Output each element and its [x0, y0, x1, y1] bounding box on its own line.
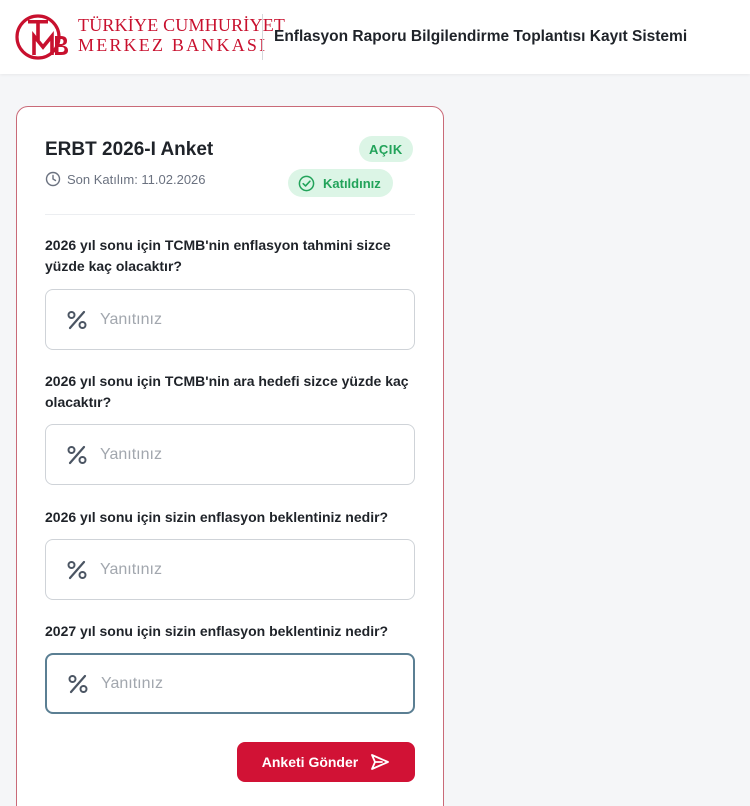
logo-line-1: TÜRKİYE CUMHURİYET: [78, 15, 286, 35]
answer-input-4[interactable]: [101, 668, 381, 699]
answer-input-3[interactable]: [100, 554, 380, 585]
answer-field-1[interactable]: [45, 289, 415, 350]
page-title: Enflasyon Raporu Bilgilendirme Toplantıs…: [274, 28, 688, 45]
clock-icon: [45, 171, 61, 187]
logo-line-2: MERKEZ BANKASI: [78, 35, 268, 55]
question-1-label: 2026 yıl sonu için TCMB'nin enflasyon ta…: [45, 237, 391, 274]
logo-wordmark: TÜRKİYE CUMHURİYET MERKEZ BANKASI: [78, 15, 286, 56]
percent-icon: [67, 445, 87, 464]
question-4-label: 2027 yıl sonu için sizin enflasyon bekle…: [45, 623, 389, 639]
app-header: TÜRKİYE CUMHURİYET MERKEZ BANKASI Enflas…: [0, 0, 750, 74]
send-icon: [371, 754, 390, 770]
joined-badge: Katıldınız: [288, 169, 393, 197]
answer-field-4[interactable]: [45, 653, 415, 714]
answer-input-2[interactable]: [100, 439, 380, 470]
answer-field-2[interactable]: [45, 424, 415, 485]
joined-badge-label: Katıldınız: [323, 175, 381, 191]
survey-title: ERBT 2026-I Anket: [45, 139, 214, 160]
percent-icon: [68, 674, 88, 693]
deadline-text: Son Katılım: 11.02.2026: [67, 171, 206, 187]
survey-card: ERBT 2026-I Anket AÇIK Son Katılım: 11.0…: [16, 106, 444, 806]
tcmb-logo-icon[interactable]: [14, 12, 70, 62]
answer-field-3[interactable]: [45, 539, 415, 600]
status-badge: AÇIK: [359, 136, 413, 162]
percent-icon: [67, 310, 87, 329]
percent-icon: [67, 560, 87, 579]
check-circle-icon: [298, 175, 315, 191]
answer-input-1[interactable]: [100, 304, 380, 335]
card-divider: [45, 214, 415, 215]
question-3-label: 2026 yıl sonu için sizin enflasyon bekle…: [45, 509, 389, 525]
question-2-label: 2026 yıl sonu için TCMB'nin ara hedefi s…: [45, 373, 409, 410]
deadline-info: Son Katılım: 11.02.2026: [45, 171, 206, 187]
submit-button-label: Anketi Gönder: [261, 754, 359, 770]
header-divider: [262, 14, 263, 60]
submit-survey-button[interactable]: Anketi Gönder: [237, 742, 415, 782]
